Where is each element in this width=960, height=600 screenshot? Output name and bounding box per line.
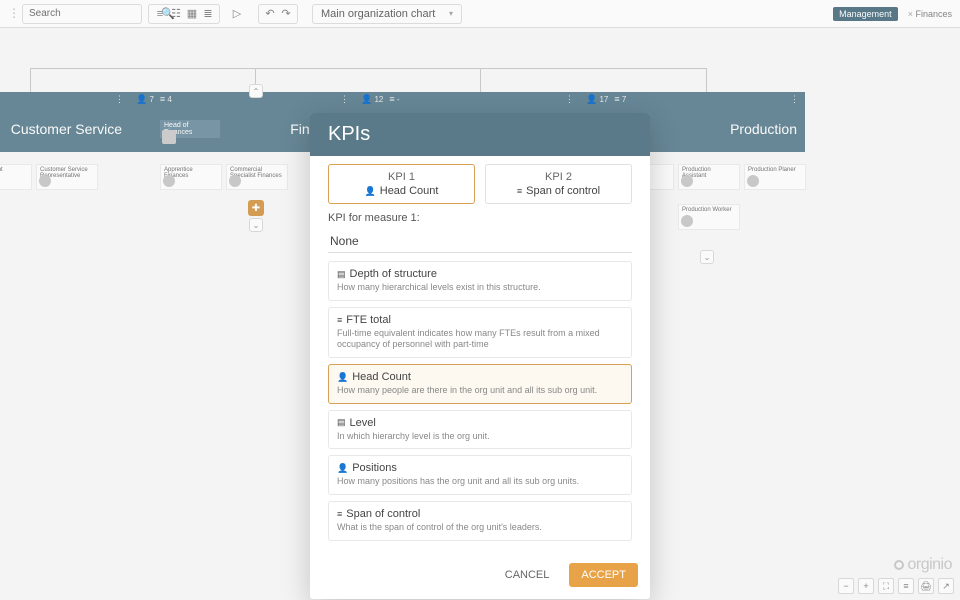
tab-label: Span of control (526, 185, 600, 197)
tab-name: KPI 1 (335, 171, 468, 183)
kpi-option-desc: What is the span of control of the org u… (337, 522, 623, 534)
kpi-option-fte[interactable]: ≡FTE total Full-time equivalent indicate… (328, 307, 632, 358)
modal-header: KPIs (310, 113, 650, 156)
list-icon: ≡ (337, 509, 342, 519)
kpi-option-desc: How many positions has the org unit and … (337, 476, 623, 488)
tab-kpi-1[interactable]: KPI 1 👤 Head Count (328, 164, 475, 204)
person-icon: 👤 (337, 463, 348, 474)
kpi-option-headcount[interactable]: 👤Head Count How many people are there in… (328, 364, 632, 404)
list-icon: ≡ (337, 315, 342, 325)
kpi-option-depth[interactable]: ▤Depth of structure How many hierarchica… (328, 261, 632, 301)
modal-footer: CANCEL ACCEPT (310, 559, 650, 599)
kpi-option-desc: Full-time equivalent indicates how many … (337, 328, 623, 351)
list-icon: ≡ (517, 186, 522, 196)
cancel-button[interactable]: CANCEL (493, 563, 562, 587)
kpi-tabs: KPI 1 👤 Head Count KPI 2 ≡ Span of control (328, 164, 632, 204)
kpi-option-positions[interactable]: 👤Positions How many positions has the or… (328, 455, 632, 495)
bars-icon: ▤ (337, 417, 346, 428)
kpi-modal: KPIs KPI 1 👤Head Count KPI 2 ≡Span of co… (310, 113, 650, 599)
current-value[interactable]: None (328, 228, 632, 253)
kpi-option-desc: How many hierarchical levels exist in th… (337, 282, 623, 294)
kpi-option-desc: In which hierarchy level is the org unit… (337, 431, 623, 443)
measure-label: KPI for measure 1: (328, 212, 632, 224)
tab-name: KPI 2 (492, 171, 625, 183)
tab-kpi-2[interactable]: KPI 2 ≡ Span of control (485, 164, 632, 204)
modal-title: KPIs (328, 123, 632, 146)
person-icon: 👤 (337, 372, 348, 383)
kpi-option-desc: How many people are there in the org uni… (337, 385, 623, 397)
kpi-option-span[interactable]: ≡Span of control What is the span of con… (328, 501, 632, 541)
tab-label: Head Count (380, 185, 439, 197)
kpi-option-level[interactable]: ▤Level In which hierarchy level is the o… (328, 410, 632, 450)
bars-icon: ▤ (337, 269, 346, 280)
accept-button[interactable]: ACCEPT (569, 563, 638, 587)
person-icon: 👤 (365, 186, 376, 197)
